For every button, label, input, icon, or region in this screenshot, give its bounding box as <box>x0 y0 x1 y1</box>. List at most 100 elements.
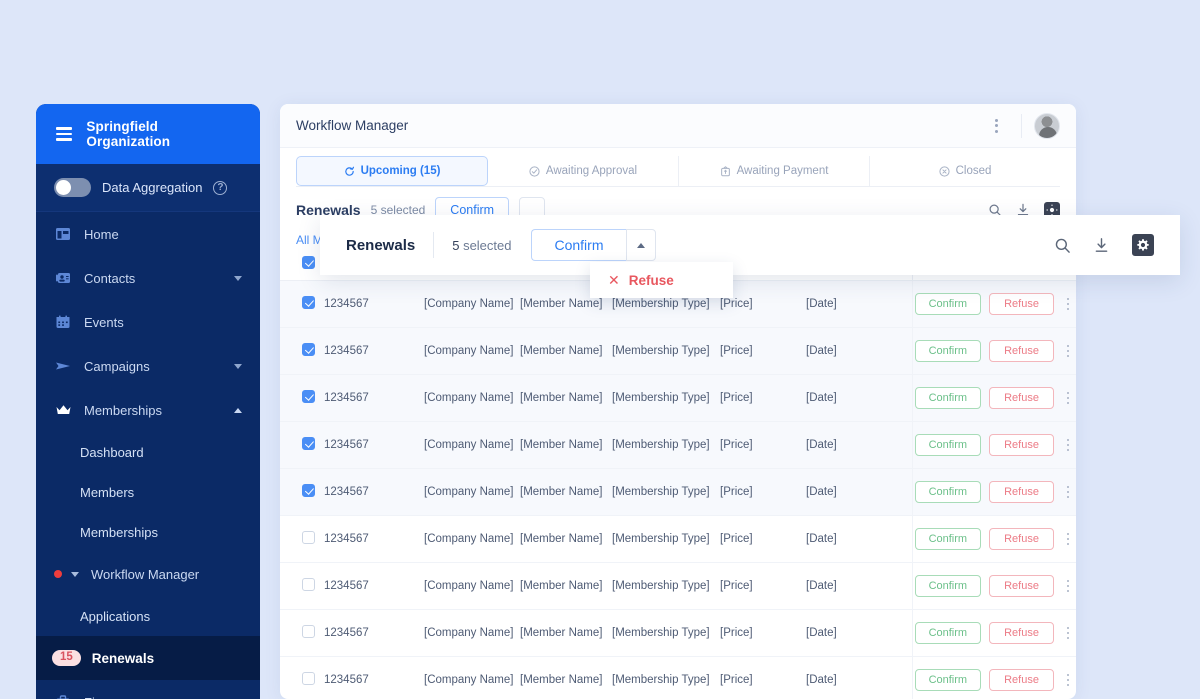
table-row[interactable]: 1234567 [Company Name] [Member Name] [Membe… <box>280 468 1076 516</box>
sidebar-subitem-members[interactable]: Members <box>36 472 260 512</box>
refuse-menu-item[interactable]: Refuse <box>629 273 674 288</box>
row-checkbox[interactable] <box>302 578 315 591</box>
sidebar-item-campaigns[interactable]: Campaigns <box>36 344 260 388</box>
panel-header-actions <box>983 112 1060 139</box>
row-refuse-button[interactable]: Refuse <box>989 434 1054 456</box>
sidebar-item-home[interactable]: Home <box>36 212 260 256</box>
divider <box>433 232 435 258</box>
sidebar-item-workflow-manager[interactable]: Workflow Manager <box>36 552 260 596</box>
row-confirm-button[interactable]: Confirm <box>914 528 982 550</box>
cell-company-name: [Company Name] <box>424 468 520 516</box>
row-checkbox[interactable] <box>302 531 315 544</box>
sidebar-subitem-dashboard[interactable]: Dashboard <box>36 432 260 472</box>
tab-awaiting-approval[interactable]: Awaiting Approval <box>488 156 679 186</box>
row-checkbox[interactable] <box>302 437 315 450</box>
row-more-icon[interactable] <box>1062 485 1074 499</box>
cell-action: Confirm Refuse <box>911 562 1076 610</box>
sidebar-item-contacts[interactable]: Contacts <box>36 256 260 300</box>
tab-awaiting-payment[interactable]: Awaiting Payment <box>679 156 870 186</box>
table-row[interactable]: 1234567 [Company Name] [Member Name] [Membe… <box>280 515 1076 563</box>
sidebar-subitem-memberships[interactable]: Memberships <box>36 512 260 552</box>
table-row[interactable]: 1234567 [Company Name] [Member Name] [Membe… <box>280 374 1076 422</box>
chevron-up-icon[interactable] <box>234 407 242 413</box>
hamburger-icon[interactable] <box>56 127 73 141</box>
dashboard-icon <box>54 225 72 243</box>
row-refuse-button[interactable]: Refuse <box>989 528 1054 550</box>
sidebar-item-events[interactable]: Events <box>36 300 260 344</box>
divider <box>1021 113 1022 138</box>
contact-card-icon <box>54 269 72 287</box>
chevron-down-icon[interactable] <box>71 571 79 577</box>
more-vertical-icon[interactable] <box>983 113 1009 139</box>
row-refuse-button[interactable]: Refuse <box>989 481 1054 503</box>
overlay-confirm-button[interactable]: Confirm <box>531 229 626 261</box>
row-checkbox[interactable] <box>302 672 315 685</box>
gear-icon[interactable] <box>1132 234 1154 256</box>
search-icon[interactable] <box>1054 237 1071 254</box>
row-more-icon[interactable] <box>1062 391 1074 405</box>
chevron-down-icon[interactable] <box>234 275 242 281</box>
row-checkbox[interactable] <box>302 484 315 497</box>
cell-company-name: [Company Name] <box>424 421 520 469</box>
row-more-icon[interactable] <box>1062 626 1074 640</box>
cell-price: [Price] <box>720 327 806 375</box>
row-confirm-button[interactable]: Confirm <box>914 293 982 315</box>
row-confirm-button[interactable]: Confirm <box>914 481 982 503</box>
row-select-cell <box>280 656 324 699</box>
sidebar-item-renewals[interactable]: 15 Renewals <box>36 636 260 680</box>
row-checkbox[interactable] <box>302 625 315 638</box>
select-all-checkbox[interactable] <box>302 256 315 269</box>
overlay-confirm-dropdown-toggle[interactable] <box>625 229 656 261</box>
cell-member-name: [Member Name] <box>520 656 612 699</box>
avatar[interactable] <box>1034 112 1060 139</box>
row-refuse-button[interactable]: Refuse <box>989 622 1054 644</box>
row-refuse-button[interactable]: Refuse <box>989 293 1054 315</box>
row-confirm-button[interactable]: Confirm <box>914 434 982 456</box>
table-row[interactable]: 1234567 [Company Name] [Member Name] [Membe… <box>280 421 1076 469</box>
question-circle-icon[interactable]: ? <box>213 180 228 195</box>
row-confirm-button[interactable]: Confirm <box>914 669 982 691</box>
refuse-dropdown-menu[interactable]: ✕ Refuse <box>590 262 733 298</box>
table-row[interactable]: 1234567 [Company Name] [Member Name] [Membe… <box>280 327 1076 375</box>
data-aggregation-toggle[interactable] <box>54 178 91 197</box>
cell-expiration-date: [Date] <box>806 562 912 610</box>
row-refuse-button[interactable]: Refuse <box>989 387 1054 409</box>
row-more-icon[interactable] <box>1062 673 1074 687</box>
row-confirm-button[interactable]: Confirm <box>914 575 982 597</box>
row-checkbox[interactable] <box>302 390 315 403</box>
chevron-down-icon[interactable] <box>234 363 242 369</box>
sidebar-subitem-applications[interactable]: Applications <box>36 596 260 636</box>
selected-word: selected <box>463 237 512 253</box>
page-title: Workflow Manager <box>296 118 409 133</box>
row-refuse-button[interactable]: Refuse <box>989 669 1054 691</box>
row-confirm-button[interactable]: Confirm <box>914 340 982 362</box>
cell-member-name: [Member Name] <box>520 374 612 422</box>
row-checkbox[interactable] <box>302 343 315 356</box>
row-more-icon[interactable] <box>1062 297 1074 311</box>
row-more-icon[interactable] <box>1062 579 1074 593</box>
tab-upcoming[interactable]: Upcoming (15) <box>296 156 488 186</box>
table-body: 1234567 [Company Name] [Member Name] [Membe… <box>280 280 1076 699</box>
row-more-icon[interactable] <box>1062 438 1074 452</box>
row-more-icon[interactable] <box>1062 532 1074 546</box>
sidebar-subitem-label: Dashboard <box>80 444 144 460</box>
row-refuse-button[interactable]: Refuse <box>989 340 1054 362</box>
row-confirm-button[interactable]: Confirm <box>914 387 982 409</box>
row-confirm-button[interactable]: Confirm <box>914 622 982 644</box>
row-checkbox[interactable] <box>302 296 315 309</box>
table-row[interactable]: 1234567 [Company Name] [Member Name] [Membe… <box>280 609 1076 657</box>
row-more-icon[interactable] <box>1062 344 1074 358</box>
data-aggregation-row[interactable]: Data Aggregation ? <box>36 164 260 212</box>
sidebar-item-finance[interactable]: Finance <box>36 680 260 699</box>
panel-header: Workflow Manager <box>280 104 1076 148</box>
cell-action: Confirm Refuse <box>911 468 1076 516</box>
cell-membership-type: [Membership Type] <box>612 468 720 516</box>
download-icon[interactable] <box>1093 237 1110 254</box>
tab-closed[interactable]: Closed <box>870 156 1060 186</box>
table-row[interactable]: 1234567 [Company Name] [Member Name] [Membe… <box>280 562 1076 610</box>
sidebar-item-memberships[interactable]: Memberships <box>36 388 260 432</box>
sidebar-item-label: Renewals <box>91 650 155 666</box>
row-refuse-button[interactable]: Refuse <box>989 575 1054 597</box>
confirm-split-button: Confirm <box>531 229 656 261</box>
table-row[interactable]: 1234567 [Company Name] [Member Name] [Membe… <box>280 656 1076 699</box>
